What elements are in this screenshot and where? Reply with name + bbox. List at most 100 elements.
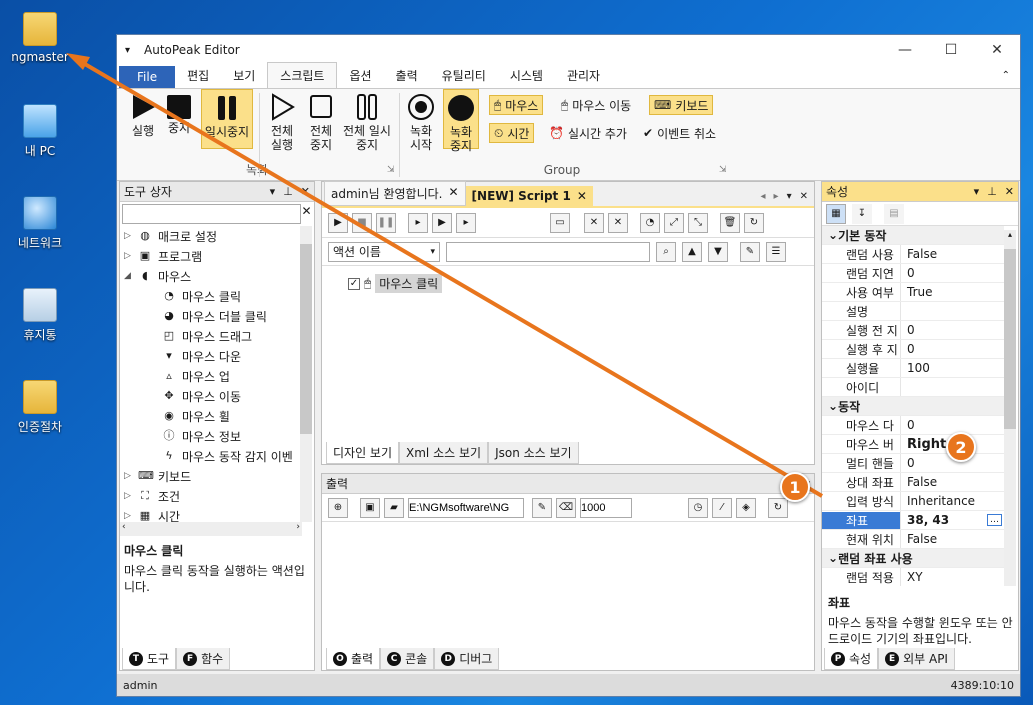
collapse-ribbon-icon[interactable]: ⌃ — [1002, 70, 1010, 81]
categorized-icon[interactable]: ▦ — [826, 203, 846, 224]
stop-all-button[interactable]: 전체 중지 — [303, 93, 339, 152]
tab-options[interactable]: 옵션 — [337, 63, 383, 88]
property-row[interactable]: 사용 여부 True — [822, 283, 1004, 302]
desktop-icon-ngmaster[interactable]: ngmaster — [0, 12, 80, 64]
tree-category[interactable]: ◢ ◖ 마우스 — [124, 266, 314, 286]
expand-icon[interactable]: ⤢ — [664, 212, 684, 233]
scroll-left-icon[interactable]: ◂ — [761, 191, 766, 202]
tree-item[interactable]: ▾ 마우스 다운 — [124, 346, 314, 366]
tab-list-icon[interactable]: ▾ — [787, 191, 792, 202]
action-select[interactable]: 액션 이름 ▾ — [328, 241, 440, 262]
property-row[interactable]: 현재 위치 False — [822, 530, 1004, 549]
refresh-icon[interactable]: ↻ — [744, 212, 764, 233]
property-pages-icon[interactable]: ▤ — [884, 203, 904, 224]
record-start-button[interactable]: 녹화 시작 — [403, 93, 439, 152]
open-folder-icon[interactable]: ▰ — [384, 497, 404, 518]
desktop-icon-mypc[interactable]: 내 PC — [0, 104, 80, 159]
property-category[interactable]: ⌄ 랜덤 좌표 사용 — [822, 549, 1004, 568]
pin-icon[interactable]: ⊥ — [987, 185, 997, 198]
tab-edit[interactable]: 편집 — [175, 63, 221, 88]
expand-arrow-icon[interactable]: ▷ — [124, 231, 138, 241]
refresh-icon[interactable]: ↻ — [768, 497, 788, 518]
step-icon[interactable]: ▸ — [408, 212, 428, 233]
property-row[interactable]: 상대 좌표 False — [822, 473, 1004, 492]
tree-vscrollbar[interactable] — [300, 226, 312, 522]
time-record-toggle[interactable]: ⏲ 시간 — [489, 123, 535, 143]
up-icon[interactable]: ▲ — [682, 241, 702, 262]
list-icon[interactable]: ☰ — [766, 241, 786, 262]
tab-file[interactable]: File — [119, 66, 176, 88]
close-icon[interactable]: ✕ — [974, 42, 1020, 58]
line-count-input[interactable] — [580, 497, 632, 518]
script-canvas[interactable]: ✓ 🖱 마우스 클릭 — [322, 266, 814, 434]
realtime-add-toggle[interactable]: ⏰ 실시간 추가 — [545, 123, 631, 143]
property-value[interactable] — [900, 302, 1004, 320]
property-value[interactable]: 100 — [900, 359, 1004, 377]
property-value[interactable]: XY — [900, 568, 1004, 586]
property-row[interactable]: 랜덤 적용 XY — [822, 568, 1004, 586]
clear-search-icon[interactable]: ✕ — [301, 204, 312, 224]
tab-admin[interactable]: 관리자 — [555, 63, 612, 88]
tree-item[interactable]: ▵ 마우스 업 — [124, 366, 314, 386]
delete-all-icon[interactable]: ✕ — [608, 212, 628, 233]
tab-welcome[interactable]: admin님 환영합니다. ✕ — [324, 181, 466, 206]
keyboard-record-toggle[interactable]: ⌨ 키보드 — [649, 95, 714, 115]
property-value[interactable]: True — [900, 283, 1004, 301]
group-launcher-icon[interactable]: ⇲ — [719, 165, 727, 175]
property-row[interactable]: 랜덤 지연 0 — [822, 264, 1004, 283]
tab-external-api[interactable]: E 외부 API — [878, 648, 955, 670]
property-row[interactable]: 실행 전 지0 — [822, 321, 1004, 340]
tab-script[interactable]: 스크립트 — [267, 62, 338, 88]
close-icon[interactable]: ✕ — [301, 185, 310, 198]
mouse-move-toggle[interactable]: 🖱 마우스 이동 — [557, 95, 635, 115]
expand-arrow-icon[interactable]: ▷ — [124, 511, 138, 521]
down-icon[interactable]: ▼ — [708, 241, 728, 262]
close-tab-icon[interactable]: ✕ — [577, 189, 587, 203]
tab-tools[interactable]: T 도구 — [122, 648, 177, 670]
tab-output[interactable]: 출력 — [384, 63, 430, 88]
stop-button[interactable]: 중지 — [163, 93, 195, 135]
timer-icon[interactable]: ◔ — [640, 212, 660, 233]
property-value[interactable] — [900, 378, 1004, 396]
collapse-icon[interactable]: ⌄ — [828, 551, 838, 565]
dropdown-icon[interactable]: ▾ — [270, 185, 276, 198]
close-panel-icon[interactable]: ✕ — [800, 191, 808, 202]
eraser-icon[interactable]: ⌫ — [556, 497, 576, 518]
pause-all-button[interactable]: 전체 일시중지 — [341, 93, 393, 152]
stop-icon[interactable]: ■ — [352, 212, 372, 233]
ellipsis-button[interactable]: … — [987, 514, 1002, 526]
expand-arrow-icon[interactable]: ▷ — [124, 471, 138, 481]
tree-category[interactable]: ▷ ▣ 프로그램 — [124, 246, 314, 266]
clean-icon[interactable]: ✎ — [532, 497, 552, 518]
property-row[interactable]: 마우스 다 0 — [822, 416, 1004, 435]
clock-icon[interactable]: ◷ — [688, 497, 708, 518]
property-row[interactable]: 아이디 — [822, 378, 1004, 397]
property-row[interactable]: 멀티 핸들 0 — [822, 454, 1004, 473]
close-tab-icon[interactable]: ✕ — [448, 185, 458, 202]
property-value[interactable]: False — [900, 245, 1004, 263]
output-path-input[interactable] — [408, 497, 524, 518]
property-category[interactable]: ⌄ 기본 동작 — [822, 226, 1004, 245]
save-icon[interactable]: ▣ — [360, 497, 380, 518]
tree-category[interactable]: ▷ ⌨ 키보드 — [124, 466, 314, 486]
property-row[interactable]: 마우스 버 Right — [822, 435, 1004, 454]
tab-output[interactable]: O 출력 — [326, 648, 381, 670]
record-launcher-icon[interactable]: ⇲ — [387, 165, 395, 175]
brush-icon[interactable]: ⁄ — [712, 497, 732, 518]
scroll-right-icon[interactable]: ▸ — [774, 191, 779, 202]
toolbox-search-input[interactable] — [122, 204, 301, 224]
tab-utility[interactable]: 유틸리티 — [430, 63, 498, 88]
tab-xml[interactable]: Xml 소스 보기 — [399, 442, 489, 464]
tab-properties[interactable]: P 속성 — [824, 648, 879, 670]
tab-view[interactable]: 보기 — [221, 63, 267, 88]
pause-button[interactable]: 일시중지 — [201, 89, 253, 149]
event-cancel-toggle[interactable]: ✔ 이벤트 취소 — [639, 123, 720, 143]
tab-system[interactable]: 시스템 — [498, 63, 555, 88]
pin-icon[interactable]: ⊥ — [283, 185, 293, 198]
property-value[interactable]: 0 — [900, 416, 1004, 434]
property-row[interactable]: 입력 방식 Inheritance — [822, 492, 1004, 511]
property-value[interactable]: 0 — [900, 340, 1004, 358]
dropdown-icon[interactable]: ▾ — [974, 185, 980, 198]
property-row[interactable]: 설명 — [822, 302, 1004, 321]
collapse-icon[interactable]: ⌄ — [828, 228, 838, 242]
